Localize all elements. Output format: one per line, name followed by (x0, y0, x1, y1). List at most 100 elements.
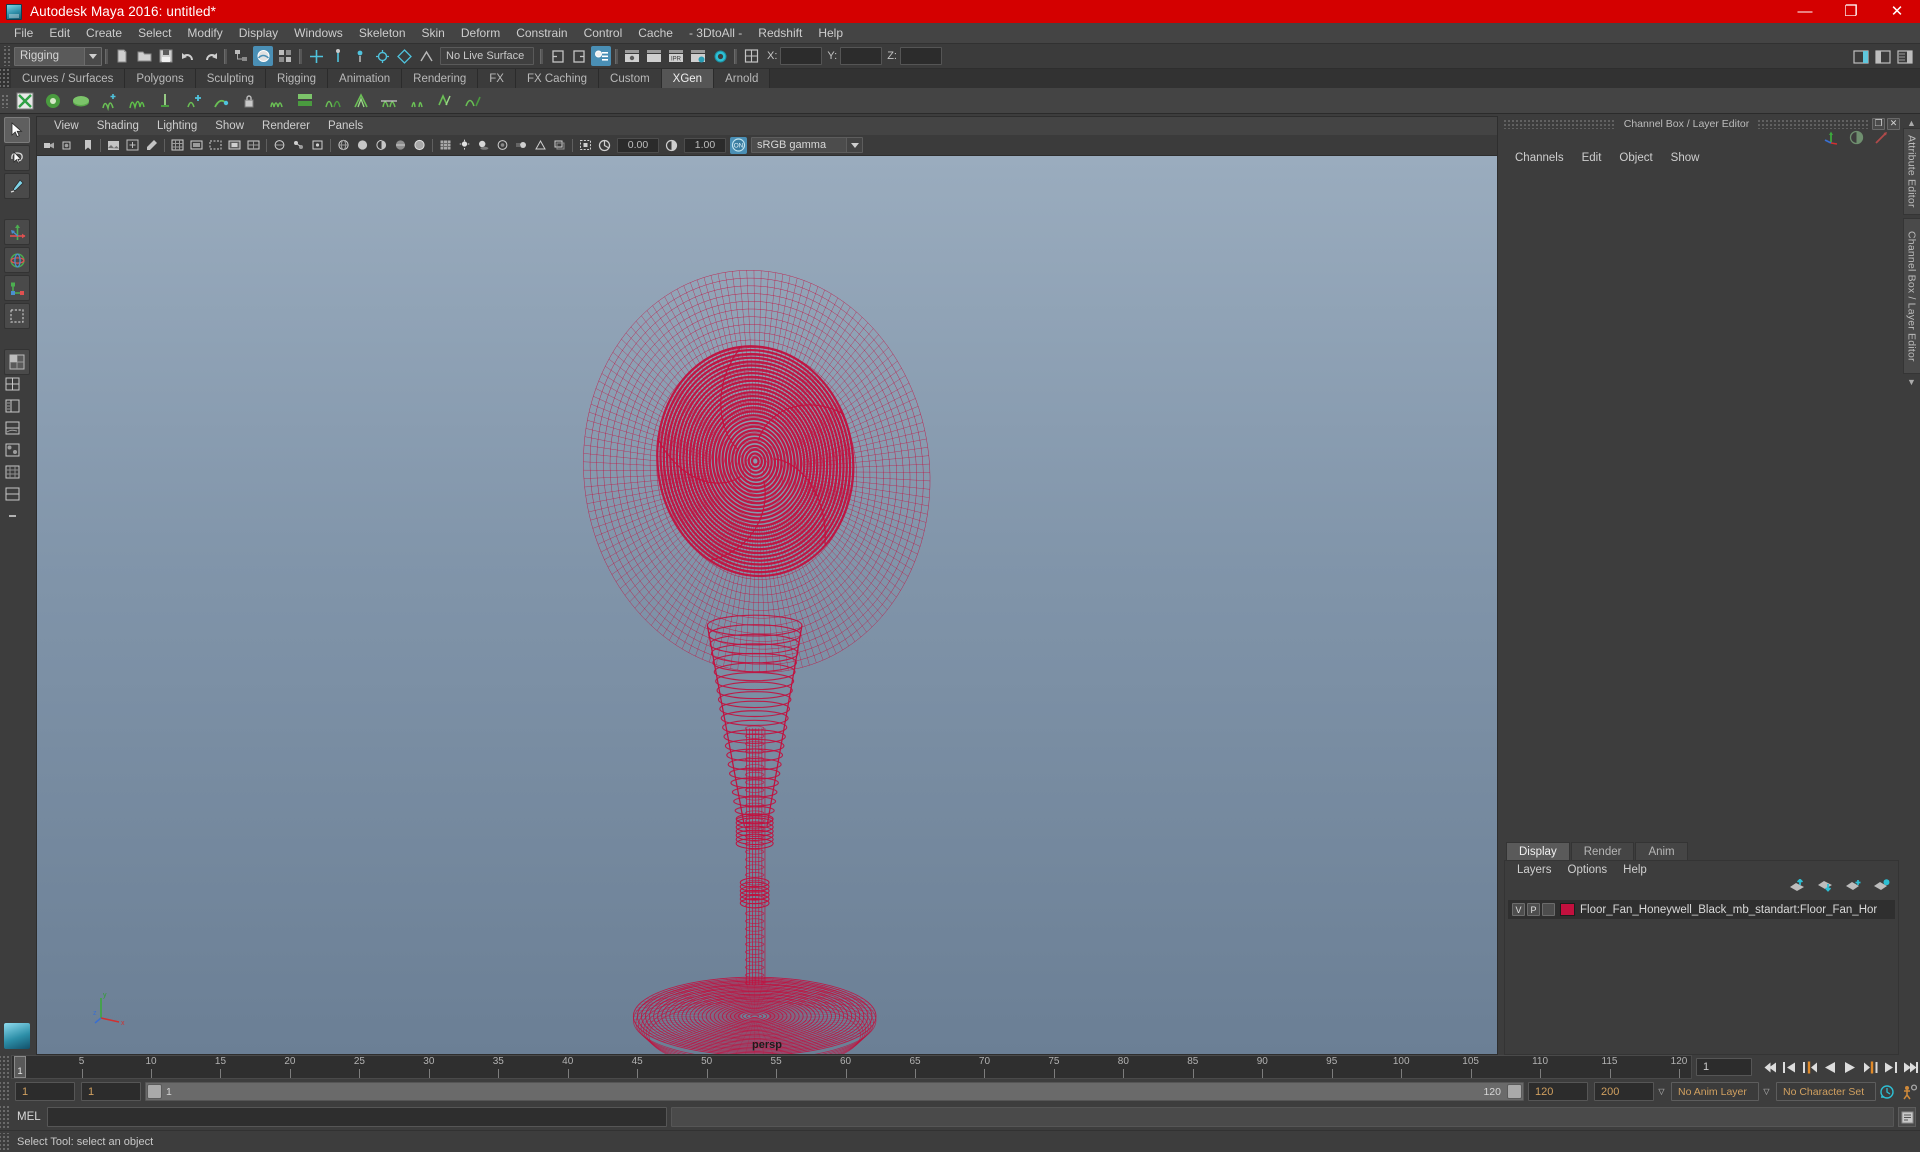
menu-skin[interactable]: Skin (414, 23, 453, 44)
shelf-tab-custom[interactable]: Custom (599, 69, 662, 88)
open-scene-icon[interactable] (134, 46, 154, 66)
snap-to-view-plane-icon[interactable] (394, 46, 414, 66)
xgen-cut-icon[interactable] (375, 88, 403, 113)
select-by-component-icon[interactable] (275, 46, 295, 66)
layer-visibility-toggle[interactable]: V (1512, 903, 1525, 916)
status-line-grip[interactable] (2, 46, 11, 66)
isolate-select-icon[interactable] (577, 137, 594, 154)
menu-control[interactable]: Control (576, 23, 631, 44)
xgen-preview-icon[interactable] (459, 88, 487, 113)
select-camera-icon[interactable] (41, 137, 58, 154)
current-time-indicator[interactable]: 1 (14, 1056, 26, 1078)
menu-display[interactable]: Display (231, 23, 286, 44)
tab-anim[interactable]: Anim (1635, 842, 1688, 860)
animation-preferences-icon[interactable] (1898, 1081, 1920, 1103)
range-slider-start-handle[interactable] (147, 1084, 162, 1099)
range-slider-grip[interactable] (0, 1081, 11, 1102)
vertical-tab-attribute-editor[interactable]: Attribute Editor (1902, 128, 1920, 215)
channel-box-sphere-icon[interactable] (1849, 130, 1864, 150)
gamma-value-field[interactable]: 1.00 (684, 137, 726, 153)
command-line-grip[interactable] (0, 1106, 11, 1128)
color-management-toggle[interactable]: ON (730, 136, 747, 154)
current-frame-field[interactable]: 1 (1696, 1058, 1752, 1076)
film-gate-icon[interactable] (188, 137, 205, 154)
layer-playback-toggle[interactable]: P (1527, 903, 1540, 916)
camera-attributes-icon[interactable] (60, 137, 77, 154)
xgen-create-description-icon[interactable] (11, 88, 39, 113)
menu-cache[interactable]: Cache (630, 23, 681, 44)
script-editor-icon[interactable] (1898, 1107, 1916, 1127)
screen-space-ao-icon[interactable] (494, 137, 511, 154)
command-language-label[interactable]: MEL (11, 1111, 47, 1123)
chevron-down-icon[interactable] (84, 47, 101, 65)
layer-menu-options[interactable]: Options (1560, 864, 1616, 876)
step-back-keyframe-icon[interactable] (1780, 1057, 1800, 1077)
step-forward-frame-icon[interactable] (1860, 1057, 1880, 1077)
xgen-add-guide-icon[interactable] (179, 88, 207, 113)
smooth-shade-selected-icon[interactable] (373, 137, 390, 154)
menu-file[interactable]: File (6, 23, 41, 44)
image-plane-icon[interactable] (105, 137, 122, 154)
go-to-start-icon[interactable] (1760, 1057, 1780, 1077)
sidebar-channel-box-icon[interactable] (1895, 47, 1915, 67)
wireframe-shading-icon[interactable] (335, 137, 352, 154)
snap-to-point-icon[interactable] (350, 46, 370, 66)
viewport-menu-show[interactable]: Show (206, 120, 253, 132)
select-by-object-icon[interactable] (253, 46, 273, 66)
grid-toggle-icon[interactable] (169, 137, 186, 154)
time-slider[interactable]: 1 5 10 15 20 25 30 35 40 45 50 55 60 65 70 75 80 85 90 95 1… (11, 1055, 1692, 1079)
menu-select[interactable]: Select (130, 23, 179, 44)
create-layer-from-selected-icon[interactable] (1873, 879, 1890, 897)
last-tool-used[interactable] (4, 303, 30, 329)
range-slider[interactable]: 1 120 (145, 1082, 1524, 1101)
manipulator-axis-icon[interactable] (1823, 130, 1839, 150)
xgen-comb-icon[interactable] (263, 88, 291, 113)
two-pane-stacked-layout-icon[interactable] (5, 487, 29, 509)
menu-constrain[interactable]: Constrain (508, 23, 575, 44)
persp-outliner-layout-icon[interactable] (5, 399, 29, 421)
perspective-viewport[interactable]: y x z persp (36, 155, 1498, 1055)
viewport-menu-renderer[interactable]: Renderer (253, 120, 319, 132)
shelf-tab-arnold[interactable]: Arnold (714, 69, 771, 88)
vertical-tab-channel-box[interactable]: Channel Box / Layer Editor (1902, 217, 1920, 375)
shelf-tab-fx-caching[interactable]: FX Caching (515, 69, 600, 88)
grease-pencil-icon[interactable] (143, 137, 160, 154)
view-transform-dropdown[interactable]: sRGB gamma (751, 137, 863, 153)
menu-windows[interactable]: Windows (286, 23, 351, 44)
channel-box-menu-channels[interactable]: Channels (1506, 152, 1573, 164)
maximize-button[interactable]: ❐ (1828, 0, 1874, 23)
multisample-aa-icon[interactable] (532, 137, 549, 154)
attribute-editor-toggle-icon[interactable] (569, 46, 589, 66)
sidebar-attribute-editor-icon[interactable] (1851, 47, 1871, 67)
shaded-wireframe-icon[interactable] (411, 137, 428, 154)
xgen-sculpt-guide-icon[interactable] (207, 88, 235, 113)
bookmark-icon[interactable] (79, 137, 96, 154)
move-tool[interactable] (4, 219, 30, 245)
menu-modify[interactable]: Modify (179, 23, 230, 44)
snap-to-curve-icon[interactable] (328, 46, 348, 66)
channel-box-menu-edit[interactable]: Edit (1573, 152, 1611, 164)
live-surface-field[interactable]: No Live Surface (440, 47, 534, 65)
2d-pan-zoom-icon[interactable] (124, 137, 141, 154)
xgen-clump-icon[interactable] (347, 88, 375, 113)
x-coordinate-input[interactable] (780, 47, 823, 65)
move-layer-up-icon[interactable] (1789, 878, 1806, 897)
xgen-disc-icon[interactable] (67, 88, 95, 113)
channel-box-content[interactable] (1500, 167, 1903, 842)
floor-fan-wireframe-model[interactable] (37, 156, 1497, 1054)
persp-graph-editor-layout-icon[interactable] (5, 421, 29, 443)
close-panel-button[interactable]: ✕ (1887, 117, 1900, 130)
hypershade-icon[interactable] (710, 46, 730, 66)
character-set-dropdown-arrow-icon[interactable]: ▽ (1759, 1087, 1774, 1096)
tab-display[interactable]: Display (1506, 842, 1570, 860)
undock-panel-button[interactable]: ❐ (1872, 117, 1885, 130)
menu-deform[interactable]: Deform (453, 23, 508, 44)
xgen-region-icon[interactable] (431, 88, 459, 113)
show-hide-editor-icon[interactable] (547, 46, 567, 66)
channel-box-menu-object[interactable]: Object (1610, 152, 1661, 164)
help-line-grip[interactable] (0, 1132, 11, 1151)
four-view-layout-icon[interactable] (5, 377, 29, 399)
make-live-icon[interactable] (416, 46, 436, 66)
sidebar-tool-settings-icon[interactable] (1873, 47, 1893, 67)
undo-icon[interactable] (178, 46, 198, 66)
